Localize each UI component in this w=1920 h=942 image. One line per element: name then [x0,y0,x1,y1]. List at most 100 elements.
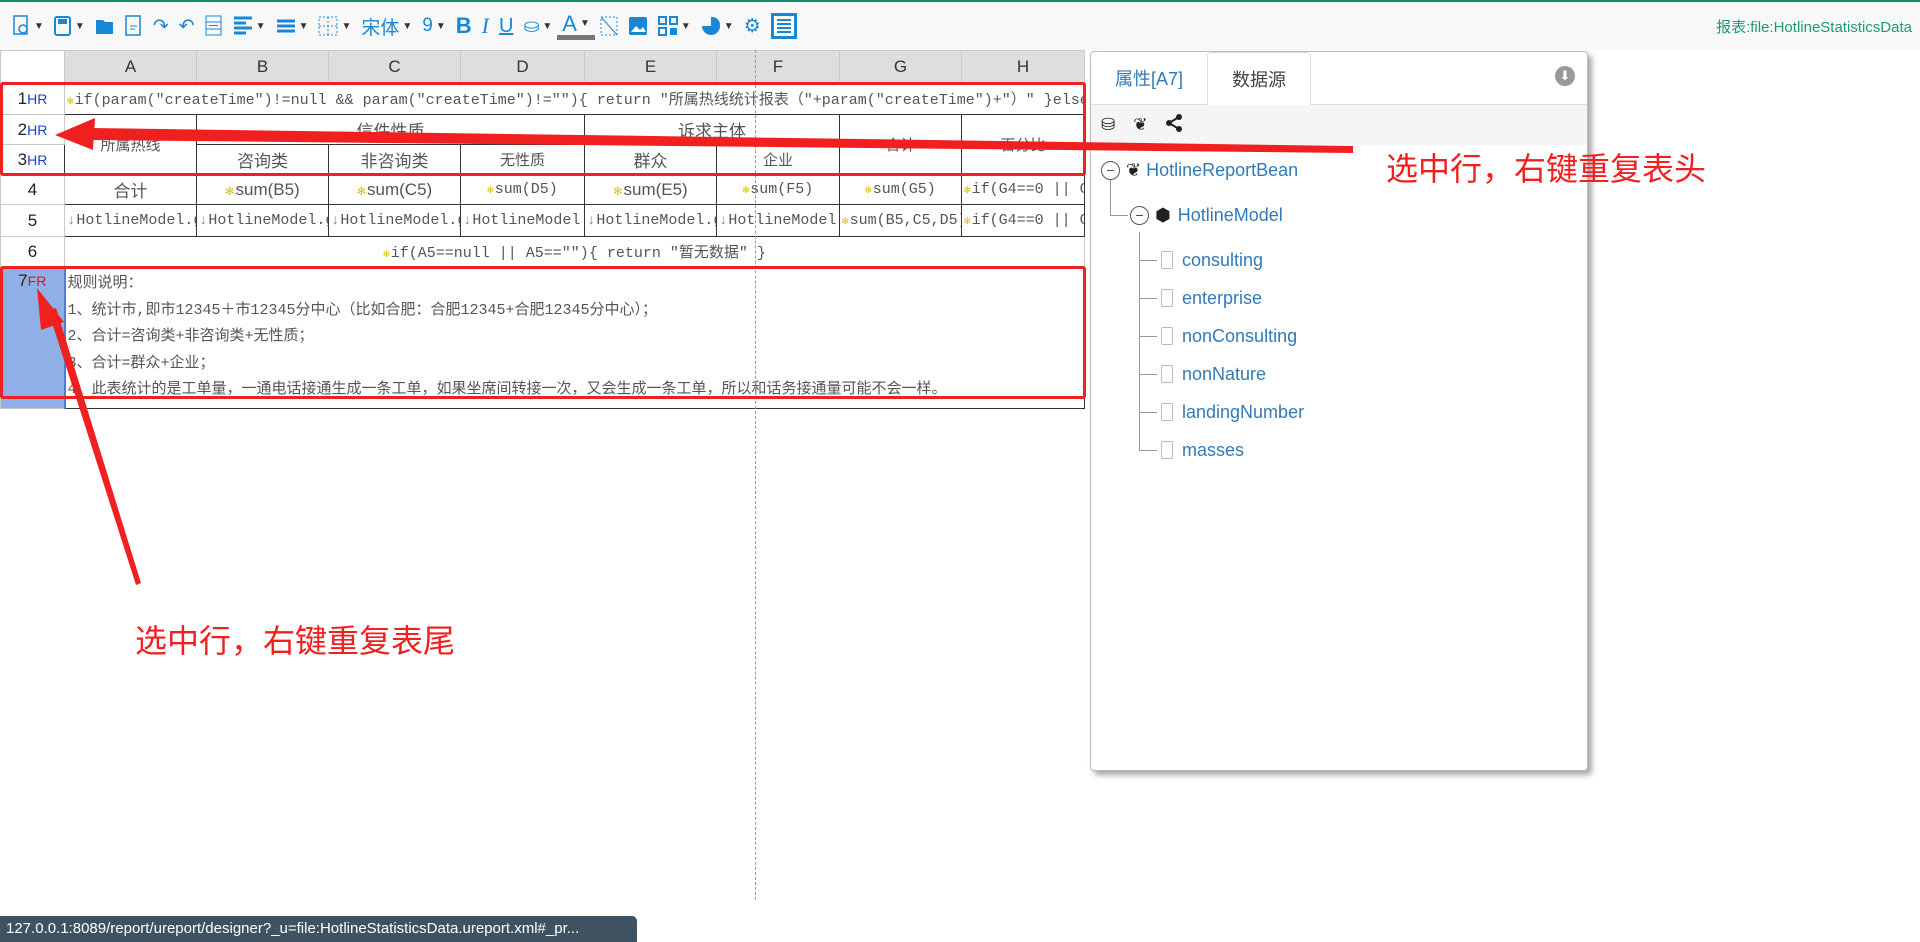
cell-D5[interactable]: ↓HotlineModel.g [460,204,585,237]
corner-cell[interactable] [0,50,65,83]
cell-E2[interactable]: 诉求主体 [584,114,840,145]
tree-field[interactable]: masses [1161,435,1244,465]
panel-tabs: 属性[A7] 数据源 ⬇ [1091,52,1587,105]
annotation-header-note: 选中行，右键重复表头 [1386,150,1707,188]
fill-color-button[interactable]: ⛀ ▼ [518,11,557,41]
row-header[interactable]: 2HR [0,114,65,145]
cell-C4[interactable]: ✻sum(C5) [328,174,461,205]
bean-leaf-icon: ❦ [1126,159,1142,180]
italic-button[interactable]: I [477,11,494,41]
cell-E5[interactable]: ↓HotlineModel.gro [584,204,717,237]
border-button[interactable]: ▼ [313,11,356,41]
image-button[interactable] [623,11,653,41]
cell-B4[interactable]: ✻sum(B5) [196,174,329,205]
field-icon [1161,441,1173,459]
open-button[interactable] [90,11,120,41]
cell-H5[interactable]: ✻if(G4==0 || G [961,204,1085,237]
report-file-label: 报表:file:HotlineStatisticsData [1716,19,1912,36]
cell-B3[interactable]: 咨询类 [196,144,329,175]
valign-button[interactable]: ▼ [271,11,314,41]
cell-A6[interactable]: ✻if(A5==null || A5==""){ return "暂无数据" } [64,236,1085,267]
preview-icon [13,15,31,37]
cell-F3[interactable]: 企业 [716,144,840,175]
row-header[interactable]: 6 [0,236,65,267]
tree-node-root[interactable]: − ❦ HotlineReportBean [1101,155,1298,185]
list-button[interactable] [766,11,802,41]
qrcode-button[interactable]: ▼ [653,11,696,41]
cell-E3[interactable]: 群众 [584,144,717,175]
bold-button[interactable]: B [451,11,477,41]
undo-button[interactable]: ↶ [174,11,200,41]
cell-C5[interactable]: ↓HotlineModel.gro [328,204,461,237]
slash-button[interactable] [595,11,623,41]
font-color-button[interactable]: A ▼ [557,11,595,40]
merge-cells-button[interactable] [200,11,228,41]
cell-B5[interactable]: ↓HotlineModel.gro [196,204,329,237]
cell-A5[interactable]: ↓HotlineModel.gro [64,204,197,237]
column-header[interactable]: E [584,50,717,83]
column-header[interactable]: C [328,50,461,83]
save-icon [53,15,72,37]
cell-D3[interactable]: 无性质 [460,144,585,175]
row-header[interactable]: 5 [0,204,65,237]
cell-A2[interactable]: 所属热线 [64,114,197,175]
preview-button[interactable]: ▼ [8,11,49,41]
settings-button[interactable]: ⚙ [739,11,766,41]
share-icon[interactable] [1165,113,1182,137]
row-header-selected[interactable]: 7FR [0,266,65,409]
import-button[interactable] [120,11,148,41]
cell-H4[interactable]: ✻if(G4==0 || G [961,174,1085,205]
cell-G2[interactable]: 合计 [839,114,962,175]
image-icon [628,16,648,36]
tab-properties[interactable]: 属性[A7] [1091,52,1207,104]
tree-field[interactable]: nonConsulting [1161,321,1297,351]
cell-G4[interactable]: ✻sum(G5) [839,174,962,205]
column-header[interactable]: H [961,50,1085,83]
cell-H2[interactable]: 百分比 [961,114,1085,175]
column-header[interactable]: F [716,50,840,83]
cell-F4[interactable]: ✻sum(F5) [716,174,840,205]
redo-button[interactable]: ↷ [148,11,174,41]
cell-A1[interactable]: ✻if(param("createTime")!=null && param("… [64,82,1085,115]
cell-F5[interactable]: ↓HotlineModel.g [716,204,840,237]
collapse-panel-icon[interactable]: ⬇ [1555,66,1575,86]
column-header[interactable]: A [64,50,197,83]
list-icon [770,13,797,39]
font-name-select[interactable]: 宋体 ▼ [356,11,417,41]
tree-node-model[interactable]: − ⬢ HotlineModel [1130,200,1283,230]
tree-field[interactable]: consulting [1161,245,1263,275]
align-left-icon [233,16,253,36]
toolbar: ▼ ▼ ↷ ↶ ▼ ▼ ▼ 宋体 ▼ 9 ▼ B I U ⛀ ▼ A ▼ ▼ ▼ ⚙ 报… [0,2,1920,50]
report-grid: A B C D E F G H 1HR ✻if(param("createTim… [0,50,1085,409]
chart-button[interactable]: ▼ [696,11,739,41]
tree-field[interactable]: nonNature [1161,359,1266,389]
field-icon [1161,251,1173,269]
row-header[interactable]: 4 [0,174,65,205]
column-header[interactable]: B [196,50,329,83]
cell-A7[interactable]: 规则说明： 1、统计市,即市12345＋市12345分中心（比如合肥：合肥1234… [63,266,1085,409]
database-icon[interactable]: ⛁ [1101,115,1115,135]
bean-leaf-icon[interactable]: ❦ [1133,115,1147,135]
column-header[interactable]: G [839,50,962,83]
cell-C3[interactable]: 非咨询类 [328,144,461,175]
row-header[interactable]: 1HR [0,82,65,115]
open-folder-icon [95,16,115,36]
column-header[interactable]: D [460,50,585,83]
cube-icon: ⬢ [1155,204,1171,225]
slash-icon [600,16,618,36]
tree-field[interactable]: enterprise [1161,283,1262,313]
tab-datasource[interactable]: 数据源 [1207,52,1312,105]
cell-B2[interactable]: 信件性质 [196,114,585,145]
save-button[interactable]: ▼ [49,11,90,41]
underline-button[interactable]: U [494,11,518,41]
cell-D4[interactable]: ✻sum(D5) [460,174,585,205]
tree-field[interactable]: landingNumber [1161,397,1304,427]
cell-E4[interactable]: ✻sum(E5) [584,174,717,205]
cell-A4[interactable]: 合计 [64,174,197,205]
undo-icon: ↶ [178,15,195,37]
font-size-select[interactable]: 9 ▼ [417,11,450,41]
italic-icon: I [481,13,489,38]
cell-G5[interactable]: ✻sum(B5,C5,D5) [839,204,962,237]
row-header[interactable]: 3HR [0,144,65,175]
align-button[interactable]: ▼ [228,11,271,41]
